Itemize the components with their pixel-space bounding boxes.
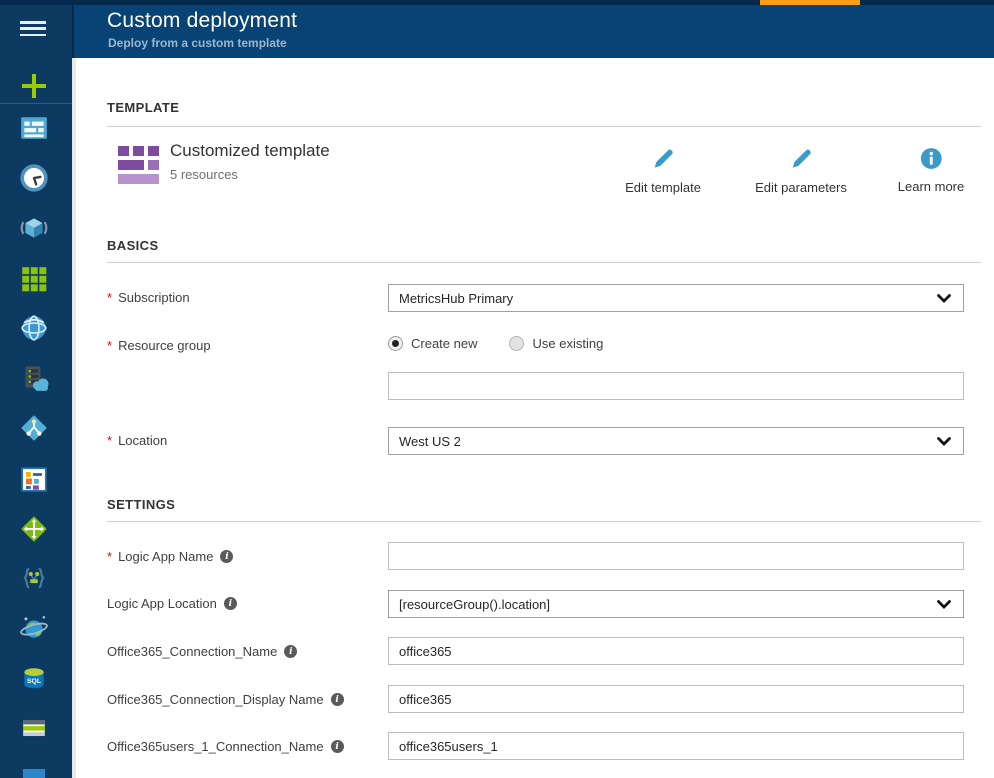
template-icon [118, 146, 159, 187]
learn-more-button[interactable]: Learn more [898, 146, 964, 194]
logic-app-name-input[interactable] [388, 542, 964, 570]
resource-groups-cube-icon[interactable] [19, 213, 49, 243]
subscription-label: * Subscription [107, 290, 190, 305]
cosmos-db-planet-icon[interactable] [19, 613, 49, 643]
pencil-icon [788, 146, 814, 177]
template-card-title: Customized template [170, 141, 330, 160]
page-subtitle: Deploy from a custom template [108, 36, 287, 50]
chevron-down-icon [937, 597, 951, 612]
info-icon[interactable] [220, 550, 234, 563]
basics-section-heading: BASICS [107, 238, 159, 253]
edit-template-button[interactable]: Edit template [625, 146, 701, 195]
resource-group-label: * Resource group [107, 338, 211, 353]
required-asterisk: * [107, 433, 113, 448]
location-select[interactable]: West US 2 [388, 427, 964, 455]
office365-connection-display-name-input[interactable] [388, 685, 964, 713]
resource-group-name-input[interactable] [388, 372, 964, 400]
virtual-machines-server-icon[interactable] [19, 363, 49, 393]
monitor-metrics-icon[interactable] [19, 464, 49, 494]
all-resources-grid-icon[interactable] [19, 264, 49, 294]
hamburger-menu-icon[interactable] [20, 21, 46, 37]
edit-template-label: Edit template [625, 180, 701, 195]
subscription-select[interactable]: MetricsHub Primary [388, 284, 964, 312]
sidebar-divider [0, 103, 72, 104]
required-asterisk: * [107, 549, 113, 564]
content-left-edge [72, 58, 76, 778]
logic-app-location-value: [resourceGroup().location] [399, 596, 551, 612]
radio-create-new-label: Create new [411, 336, 478, 351]
logic-app-location-label: Logic App Location [107, 596, 237, 611]
sql-database-icon[interactable]: SQL [19, 663, 49, 693]
required-asterisk: * [107, 338, 113, 353]
info-icon[interactable] [284, 645, 298, 658]
chevron-down-icon [937, 434, 951, 449]
required-asterisk: * [107, 290, 113, 305]
radio-use-existing[interactable]: Use existing [509, 336, 603, 351]
radio-create-new[interactable]: Create new [388, 336, 477, 351]
network-gateway-diamond-icon[interactable] [19, 413, 49, 443]
partial-bottom-icon[interactable] [19, 766, 49, 778]
chevron-down-icon [937, 291, 951, 306]
template-resource-count: 5 resources [170, 167, 238, 182]
browser-top-strip [0, 0, 994, 5]
page-title: Custom deployment [107, 9, 298, 32]
dashboard-icon[interactable] [19, 113, 49, 143]
info-icon[interactable] [330, 740, 344, 753]
logic-app-location-select[interactable]: [resourceGroup().location] [388, 590, 964, 618]
template-section-divider [107, 126, 981, 127]
svg-text:SQL: SQL [27, 678, 41, 685]
radio-unselected-icon [509, 336, 525, 351]
settings-section-heading: SETTINGS [107, 497, 176, 512]
virtual-network-diamond-icon[interactable] [19, 514, 49, 544]
office365-connection-name-label: Office365_Connection_Name [107, 644, 298, 659]
location-value: West US 2 [399, 433, 461, 449]
logic-app-name-label: * Logic App Name [107, 549, 234, 564]
basics-section-divider [107, 262, 981, 263]
resource-group-radio-group: Create new Use existing [388, 336, 603, 351]
radio-selected-icon [388, 336, 403, 351]
learn-more-label: Learn more [897, 179, 965, 194]
office365users-connection-name-input[interactable] [388, 732, 964, 760]
accent-orange-bar [760, 0, 860, 5]
office365users-connection-name-label: Office365users_1_Connection_Name [107, 739, 344, 754]
radio-use-existing-label: Use existing [532, 336, 604, 351]
settings-section-divider [107, 521, 981, 522]
pencil-icon [650, 146, 676, 177]
new-plus-icon[interactable] [19, 71, 49, 101]
office365-connection-name-input[interactable] [388, 637, 964, 665]
app-services-globe-icon[interactable] [19, 313, 49, 343]
location-label: * Location [107, 433, 168, 448]
info-icon[interactable] [330, 693, 344, 706]
info-icon [918, 146, 943, 176]
info-icon[interactable] [223, 597, 237, 610]
edit-parameters-label: Edit parameters [755, 180, 847, 195]
storage-stripes-icon[interactable] [19, 713, 49, 743]
recent-clock-icon[interactable] [19, 163, 49, 193]
page-header: Custom deployment Deploy from a custom t… [72, 0, 994, 58]
logic-apps-braces-icon[interactable] [19, 563, 49, 593]
template-section-heading: TEMPLATE [107, 100, 180, 115]
edit-parameters-button[interactable]: Edit parameters [755, 146, 847, 195]
left-nav-sidebar: SQL [0, 0, 72, 778]
subscription-value: MetricsHub Primary [399, 290, 514, 306]
office365-connection-display-name-label: Office365_Connection_Display Name [107, 692, 344, 707]
